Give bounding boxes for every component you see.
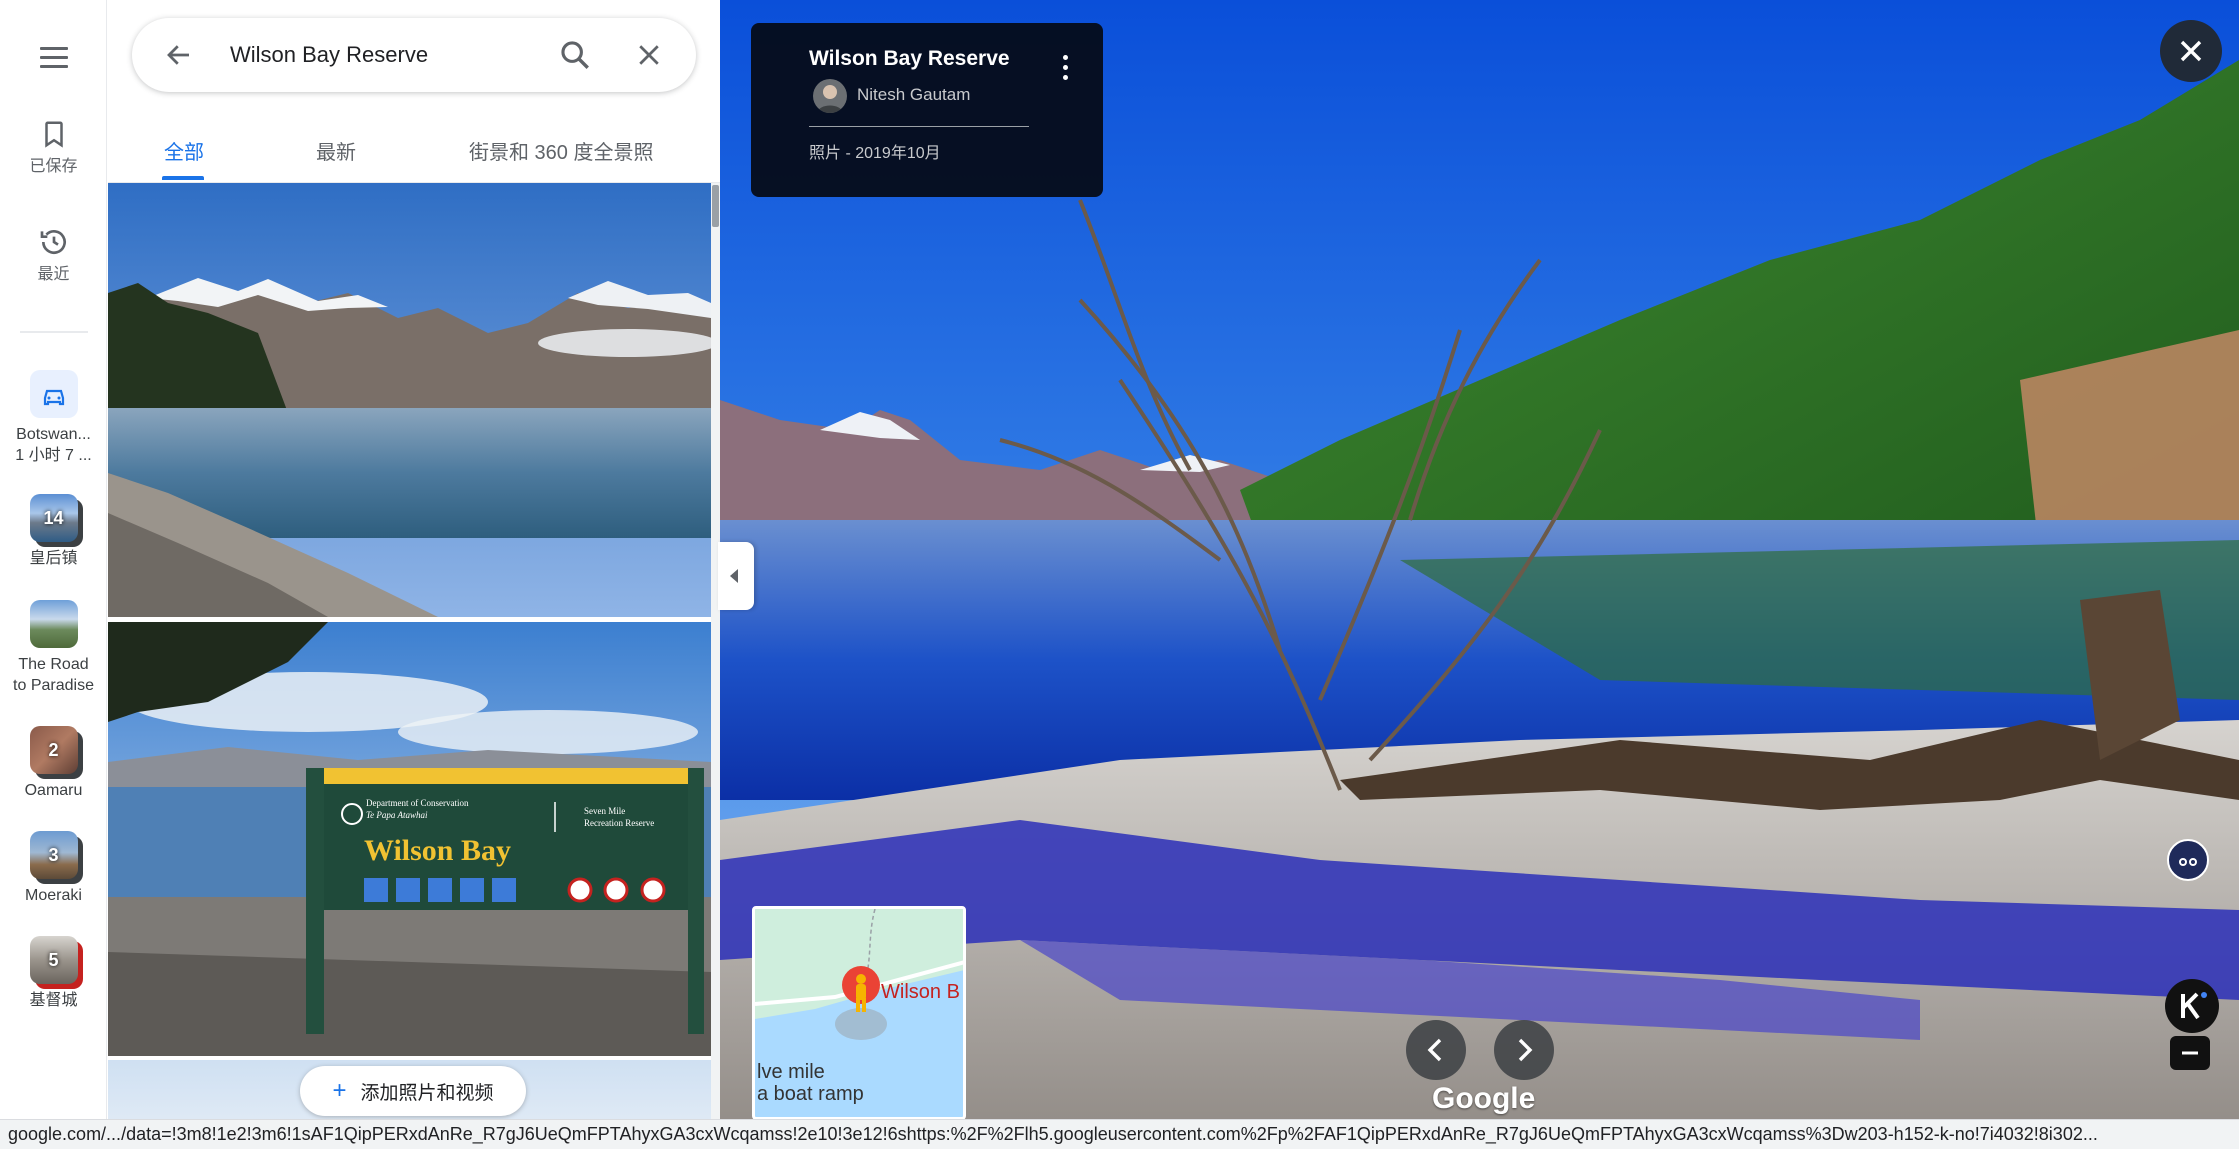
photo-count-badge: 2 <box>48 739 59 760</box>
next-photo-button[interactable] <box>1494 1020 1554 1080</box>
arrow-left-icon <box>167 45 189 65</box>
car-icon <box>43 389 64 406</box>
tab-all[interactable]: 全部 <box>164 136 204 165</box>
recent-thumb <box>29 600 78 648</box>
recent-label: 基督城 <box>29 992 78 1009</box>
recent-item-oamaru[interactable]: 2 Oamaru <box>0 726 107 801</box>
google-logo: Google <box>1432 1082 1536 1115</box>
assistant-icon <box>2165 979 2219 1033</box>
photo-date: 照片 - 2019年10月 <box>809 145 941 162</box>
rail-item-label: 已保存 <box>29 158 78 175</box>
panel-scrollbar[interactable] <box>711 183 720 1149</box>
photo-tabs: 全部 最新 街景和 360 度全景照 <box>108 118 720 182</box>
recent-thumb: 2 <box>29 726 83 779</box>
recent-label-line1: Botswan... <box>16 426 91 443</box>
rail-item-recent[interactable]: 最近 <box>0 226 107 285</box>
collapse-panel-button[interactable] <box>718 542 754 610</box>
recent-item-moeraki[interactable]: 3 Moeraki <box>0 831 107 906</box>
close-icon <box>639 45 659 65</box>
photo-wilson-bay-sign[interactable]: Department of Conservation Te Papa Atawh… <box>108 622 711 1056</box>
author-name[interactable]: Nitesh Gautam <box>857 85 970 105</box>
add-button-label: 添加照片和视频 <box>360 1082 494 1104</box>
photo-count-badge: 3 <box>48 844 59 865</box>
zoom-out-button[interactable] <box>2170 1036 2210 1075</box>
photos-panel: 全部 最新 街景和 360 度全景照 <box>108 0 720 1149</box>
recent-label: Oamaru <box>24 782 83 799</box>
sign-dept-line2: Te Papa Atawhai <box>366 810 428 820</box>
recent-label: Moeraki <box>25 887 82 904</box>
plus-icon: + <box>332 1077 347 1104</box>
chevron-left-icon <box>1427 1038 1442 1062</box>
more-options-icon[interactable] <box>1051 49 1079 89</box>
clear-search-button[interactable] <box>634 40 664 70</box>
recent-item-route[interactable]: Botswan... 1 小时 7 ... <box>0 370 107 466</box>
minimap[interactable]: Wilson B lve mile a boat ramp <box>752 906 966 1120</box>
link-status-bar: google.com/.../data=!3m8!1e2!3m6!1sAF1Qi… <box>0 1119 2239 1149</box>
rail-item-label: 最近 <box>37 266 70 283</box>
recent-label-line1: The Road <box>18 656 89 673</box>
status-url: google.com/.../data=!3m8!1e2!3m6!1sAF1Qi… <box>8 1124 2098 1144</box>
search-input[interactable] <box>230 36 530 74</box>
recent-label-line2: 1 小时 7 ... <box>15 447 92 464</box>
tab-street-view-360[interactable]: 街景和 360 度全景照 <box>469 136 653 165</box>
bookmark-icon <box>44 121 63 148</box>
assistant-button[interactable] <box>2164 978 2220 1039</box>
add-photos-videos-button[interactable]: + 添加照片和视频 <box>300 1066 526 1116</box>
search-icon <box>561 41 589 69</box>
sign-dept-line1: Department of Conservation <box>366 798 469 808</box>
recent-thumb: 5 <box>29 936 83 989</box>
chevron-right-icon <box>1518 1038 1533 1062</box>
search-button[interactable] <box>558 38 592 72</box>
photo-title: Wilson Bay Reserve <box>809 47 1010 70</box>
active-tab-indicator <box>162 176 204 180</box>
recent-item-queenstown[interactable]: 14 皇后镇 <box>0 494 107 569</box>
photo-count-badge: 5 <box>48 949 59 970</box>
route-thumb <box>29 370 78 418</box>
sign-side-line1: Seven Mile <box>584 806 625 816</box>
recent-item-christchurch[interactable]: 5 基督城 <box>0 936 107 1011</box>
rail-divider <box>20 331 88 333</box>
photo-info-card: Wilson Bay Reserve Nitesh Gautam 照片 - 20… <box>751 23 1103 197</box>
tab-latest[interactable]: 最新 <box>316 136 356 165</box>
close-viewer-button[interactable] <box>2160 20 2222 82</box>
left-rail: 已保存 最近 Botswan... 1 小时 7 ... 14 皇后镇 The … <box>0 0 107 1149</box>
pegman-icon <box>842 966 880 1012</box>
search-box <box>132 18 696 92</box>
previous-photo-button[interactable] <box>1406 1020 1466 1080</box>
menu-icon[interactable] <box>34 38 74 78</box>
recent-item-road-to-paradise[interactable]: The Road to Paradise <box>0 600 107 696</box>
author-avatar[interactable] <box>813 79 847 113</box>
minimap-label-line2: a boat ramp <box>757 1083 864 1105</box>
minimap-place-label: Wilson B <box>881 981 960 1003</box>
back-button[interactable] <box>164 40 194 70</box>
close-icon <box>2180 40 2202 62</box>
recent-thumb: 14 <box>29 494 83 547</box>
history-icon <box>40 230 66 254</box>
rail-item-saved[interactable]: 已保存 <box>0 118 107 177</box>
recent-label: 皇后镇 <box>29 550 78 567</box>
card-divider <box>809 126 1029 127</box>
minimap-label-line1: lve mile <box>757 1061 825 1083</box>
sign-side-line2: Recreation Reserve <box>584 818 654 828</box>
recent-label-line2: to Paradise <box>13 677 94 694</box>
photo-lake-mountains[interactable] <box>108 183 711 617</box>
sign-title: Wilson Bay <box>364 834 511 867</box>
minus-icon <box>2170 1036 2210 1070</box>
extension-button[interactable] <box>2166 838 2210 887</box>
recent-thumb: 3 <box>29 831 83 884</box>
photo-count-badge: 14 <box>43 507 64 528</box>
extension-icon <box>2167 839 2209 881</box>
